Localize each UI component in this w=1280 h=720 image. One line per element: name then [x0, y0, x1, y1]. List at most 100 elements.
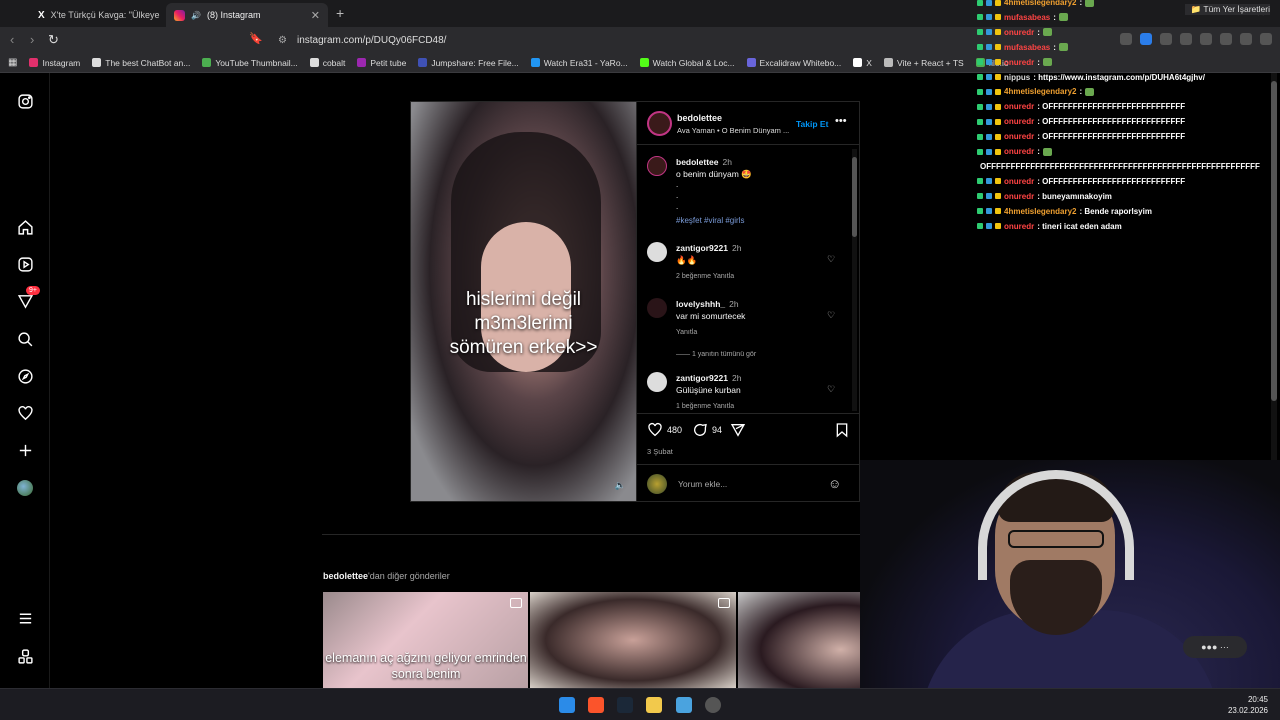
- commenter-avatar[interactable]: [647, 242, 667, 262]
- meta-apps-icon[interactable]: [16, 647, 34, 665]
- chat-badge-icon: [977, 148, 983, 155]
- chat-username[interactable]: onuredr: [1004, 222, 1034, 231]
- bookmark-page-icon[interactable]: 🔖: [249, 32, 263, 45]
- forward-button[interactable]: ›: [30, 32, 34, 47]
- create-icon[interactable]: [16, 441, 34, 459]
- bookmark-item[interactable]: Excalidraw Whitebo...: [746, 58, 841, 68]
- bookmark-item[interactable]: X: [853, 58, 872, 68]
- chat-username[interactable]: onuredr: [1004, 102, 1034, 111]
- bookmark-item[interactable]: cobalt: [309, 58, 345, 68]
- commenter-avatar[interactable]: [647, 298, 667, 318]
- view-replies[interactable]: —— 1 yanıtın tümünü gör: [676, 351, 756, 358]
- video-overlay-text: hislerimi değil m3m3lerimi sömüren erkek…: [411, 288, 636, 360]
- chat-username[interactable]: onuredr: [1004, 147, 1034, 156]
- chat-username[interactable]: onuredr: [1004, 192, 1034, 201]
- more-menu-icon[interactable]: [16, 609, 34, 627]
- chat-username[interactable]: onuredr: [1004, 28, 1034, 37]
- commenter-username[interactable]: zantigor9221 2h: [676, 243, 741, 253]
- author-username[interactable]: bedolettee: [677, 113, 722, 123]
- address-bar[interactable]: ⚙ instagram.com/p/DUQy06FCD48/: [270, 30, 970, 50]
- bookmark-item[interactable]: Petit tube: [357, 58, 406, 68]
- author-avatar[interactable]: [647, 111, 672, 136]
- bookmark-item[interactable]: Watch Global & Loc...: [639, 58, 735, 68]
- app-icon[interactable]: [676, 697, 692, 713]
- tab-x-post[interactable]: X X'te Türkçü Kavga: "Ülkeye hiçbir şey: [30, 3, 162, 27]
- chat-username[interactable]: onuredr: [1004, 132, 1034, 141]
- share-button[interactable]: [730, 422, 746, 438]
- comment-meta[interactable]: Yanıtla: [676, 329, 697, 336]
- obs-icon[interactable]: [705, 697, 721, 713]
- bookmark-label: Instagram: [42, 57, 81, 68]
- reactions-pill[interactable]: ●●● ···: [1183, 636, 1247, 658]
- chat-username[interactable]: nippus: [1004, 73, 1030, 82]
- chat-message: mufasabeas:: [977, 43, 1068, 52]
- messages-icon[interactable]: 9+: [16, 286, 40, 310]
- overlay-line: sömüren erkek>>: [449, 337, 598, 358]
- save-button[interactable]: [834, 422, 850, 438]
- grid-post[interactable]: [530, 592, 736, 688]
- more-options-icon[interactable]: •••: [835, 115, 847, 127]
- chat-username[interactable]: 4hmetislegendary2: [1004, 87, 1076, 96]
- chat-username[interactable]: mufasabeas: [1004, 13, 1050, 22]
- scroll-thumb[interactable]: [852, 157, 857, 237]
- chat-username[interactable]: onuredr: [1004, 117, 1034, 126]
- profile-avatar[interactable]: [16, 479, 34, 497]
- bookmark-item[interactable]: Watch Era31 - YaRo...: [530, 58, 628, 68]
- commenter-username[interactable]: zantigor9221 2h: [676, 373, 741, 383]
- new-tab-button[interactable]: +: [336, 5, 344, 21]
- close-tab-icon[interactable]: ✕: [311, 9, 320, 22]
- post-video[interactable]: hislerimi değil m3m3lerimi sömüren erkek…: [411, 102, 636, 501]
- like-comment-icon[interactable]: ♡: [827, 310, 835, 321]
- comment-button[interactable]: 94: [692, 422, 722, 438]
- chat-username[interactable]: mufasabeas: [1004, 43, 1050, 52]
- emoji-icon[interactable]: ☺: [828, 476, 841, 491]
- hashtags[interactable]: #keşfet #viral #girls: [676, 216, 744, 225]
- bookmark-item[interactable]: The best ChatBot an...: [92, 58, 190, 68]
- more-posts-username[interactable]: bedolettee: [323, 571, 368, 581]
- back-button[interactable]: ‹: [10, 32, 14, 47]
- bookmark-item[interactable]: YouTube Thumbnail...: [202, 57, 298, 68]
- bookmark-item[interactable]: Jumpshare: Free File...: [418, 58, 519, 68]
- chat-username[interactable]: onuredr: [1004, 58, 1034, 67]
- instagram-logo-icon[interactable]: [16, 92, 34, 110]
- notifications-heart-icon[interactable]: [16, 404, 34, 422]
- apps-grid-icon[interactable]: ▦: [8, 57, 17, 68]
- brave-browser-icon[interactable]: [588, 697, 604, 713]
- chat-text: : OFFFFFFFFFFFFFFFFFFFFFFFFFFFF: [1037, 102, 1186, 112]
- tab-instagram[interactable]: 🔊 (8) Instagram ✕: [166, 3, 328, 27]
- commenter-username[interactable]: lovelyshhh_ 2h: [676, 299, 739, 309]
- like-button[interactable]: 480: [647, 422, 682, 438]
- follow-button[interactable]: Takip Et: [796, 119, 828, 129]
- comment-meta[interactable]: 1 beğenme Yanıtla: [676, 403, 734, 410]
- system-clock[interactable]: 20:45 23.02.2026: [1228, 694, 1268, 716]
- like-comment-icon[interactable]: ♡: [827, 384, 835, 395]
- volume-icon[interactable]: 🔈: [615, 480, 626, 491]
- comments-scrollbar[interactable]: [852, 149, 857, 411]
- caption-dot: .: [676, 180, 679, 189]
- commenter-username-text: zantigor9221: [676, 373, 728, 383]
- start-menu-icon[interactable]: [559, 697, 575, 713]
- comment-meta[interactable]: 2 beğenme Yanıtla: [676, 273, 734, 280]
- chat-username[interactable]: 4hmetislegendary2: [1004, 0, 1076, 7]
- chat-username[interactable]: onuredr: [1004, 177, 1034, 186]
- grid-post[interactable]: elemanın aç ağzını geliyor emrinden sonr…: [323, 592, 529, 688]
- notification-badge: 9+: [26, 286, 40, 295]
- steam-icon[interactable]: [617, 697, 633, 713]
- caption-username[interactable]: bedolettee 2h: [676, 157, 732, 167]
- file-explorer-icon[interactable]: [646, 697, 662, 713]
- caption-avatar[interactable]: [647, 156, 667, 176]
- home-icon[interactable]: [16, 218, 34, 236]
- bookmark-item[interactable]: Vite + React + TS: [883, 58, 964, 68]
- bookmark-item[interactable]: Instagram: [29, 58, 80, 68]
- site-info-icon[interactable]: ⚙: [278, 35, 287, 46]
- explore-icon[interactable]: [16, 367, 34, 385]
- commenter-avatar[interactable]: [647, 372, 667, 392]
- comment-input[interactable]: Yorum ekle...: [678, 479, 727, 489]
- search-icon[interactable]: [16, 330, 34, 348]
- reels-icon[interactable]: [16, 255, 34, 273]
- audio-track[interactable]: Ava Yaman • O Benim Dünyam ...: [677, 126, 789, 135]
- reload-button[interactable]: ↻: [48, 32, 59, 48]
- bookmark-label: YouTube Thumbnail...: [215, 57, 298, 68]
- chat-username[interactable]: 4hmetislegendary2: [1004, 207, 1076, 216]
- like-comment-icon[interactable]: ♡: [827, 254, 835, 265]
